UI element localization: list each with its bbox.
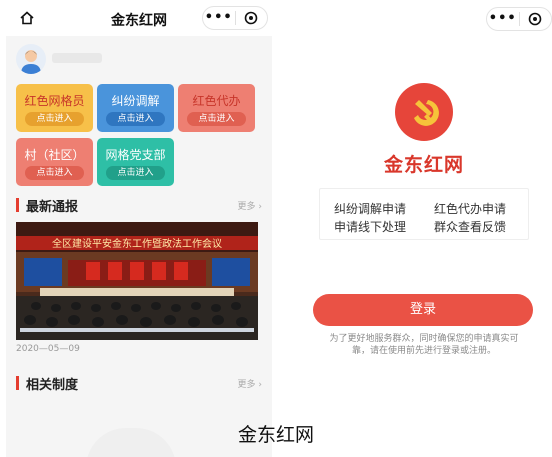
service-item: 申请线下处理 <box>334 220 407 234</box>
tile-label: 红色网格员 <box>24 94 85 108</box>
section-title: 相关制度 <box>26 378 79 393</box>
capsule-menu: ••• <box>202 6 268 30</box>
home-content: 红色网格员 点击进入 纠纷调解 点击进入 红色代办 点击进入 村（社区） 点击进… <box>6 36 272 457</box>
section-accent-bar <box>16 376 19 390</box>
related-rules-header: 相关制度 更多 › <box>16 374 262 393</box>
tile-grid-party-branch[interactable]: 网格党支部 点击进入 <box>97 138 174 186</box>
more-link[interactable]: 更多 › <box>238 377 262 390</box>
tile-label: 网格党支部 <box>105 148 166 162</box>
home-screen: 金东红网 ••• 红色网格员 点击进入 纠纷调解 点击进入 红色代办 点击进入 … <box>6 0 272 457</box>
more-dots-icon[interactable]: ••• <box>203 7 235 29</box>
service-item: 红色代办申请 <box>434 202 507 216</box>
more-dots-icon[interactable]: ••• <box>487 8 519 30</box>
section-accent-bar <box>16 198 19 212</box>
target-icon[interactable] <box>519 12 551 26</box>
party-emblem-icon <box>395 83 453 141</box>
tile-label: 红色代办 <box>192 94 241 108</box>
target-icon[interactable] <box>235 11 267 25</box>
news-banner-text: 全区建设平安金东工作暨政法工作会议 <box>52 237 222 250</box>
news-date: 2020—05—09 <box>16 344 80 354</box>
tile-village-community[interactable]: 村（社区） 点击进入 <box>16 138 93 186</box>
login-button[interactable]: 登录 <box>313 294 533 326</box>
login-notice: 为了更好地服务群众，同时确保您的申请真实可靠，请在使用前先进行登录或注册。 <box>329 334 519 356</box>
tile-enter-button[interactable]: 点击进入 <box>187 112 246 126</box>
tile-label: 纠纷调解 <box>111 94 160 108</box>
tile-enter-button[interactable]: 点击进入 <box>25 112 84 126</box>
avatar[interactable] <box>16 44 46 74</box>
more-link[interactable]: 更多 › <box>238 199 262 212</box>
login-screen: ••• 金东红网 纠纷调解申请 红色代办申请 申请线下处理 群众查看反馈 登录 … <box>296 0 552 380</box>
tile-label: 村（社区） <box>24 148 85 162</box>
capsule-menu: ••• <box>486 7 552 31</box>
tile-enter-button[interactable]: 点击进入 <box>106 112 165 126</box>
news-image[interactable]: 全区建设平安金东工作暨政法工作会议 <box>16 222 258 340</box>
tile-enter-button[interactable]: 点击进入 <box>106 166 165 180</box>
nav-bar: 金东红网 ••• <box>6 0 272 36</box>
brand-title: 金东红网 <box>383 154 464 176</box>
service-list: 纠纷调解申请 红色代办申请 申请线下处理 群众查看反馈 <box>319 188 529 240</box>
service-item: 群众查看反馈 <box>434 220 507 234</box>
username-placeholder <box>52 53 102 63</box>
tile-red-agency[interactable]: 红色代办 点击进入 <box>178 84 255 132</box>
tile-dispute-mediation[interactable]: 纠纷调解 点击进入 <box>97 84 174 132</box>
service-item: 纠纷调解申请 <box>334 202 407 216</box>
tile-enter-button[interactable]: 点击进入 <box>25 166 84 180</box>
section-title: 最新通报 <box>26 200 79 215</box>
latest-news-header: 最新通报 更多 › <box>16 196 262 215</box>
tile-red-grid-member[interactable]: 红色网格员 点击进入 <box>16 84 93 132</box>
figure-caption: 金东红网 <box>237 424 314 446</box>
